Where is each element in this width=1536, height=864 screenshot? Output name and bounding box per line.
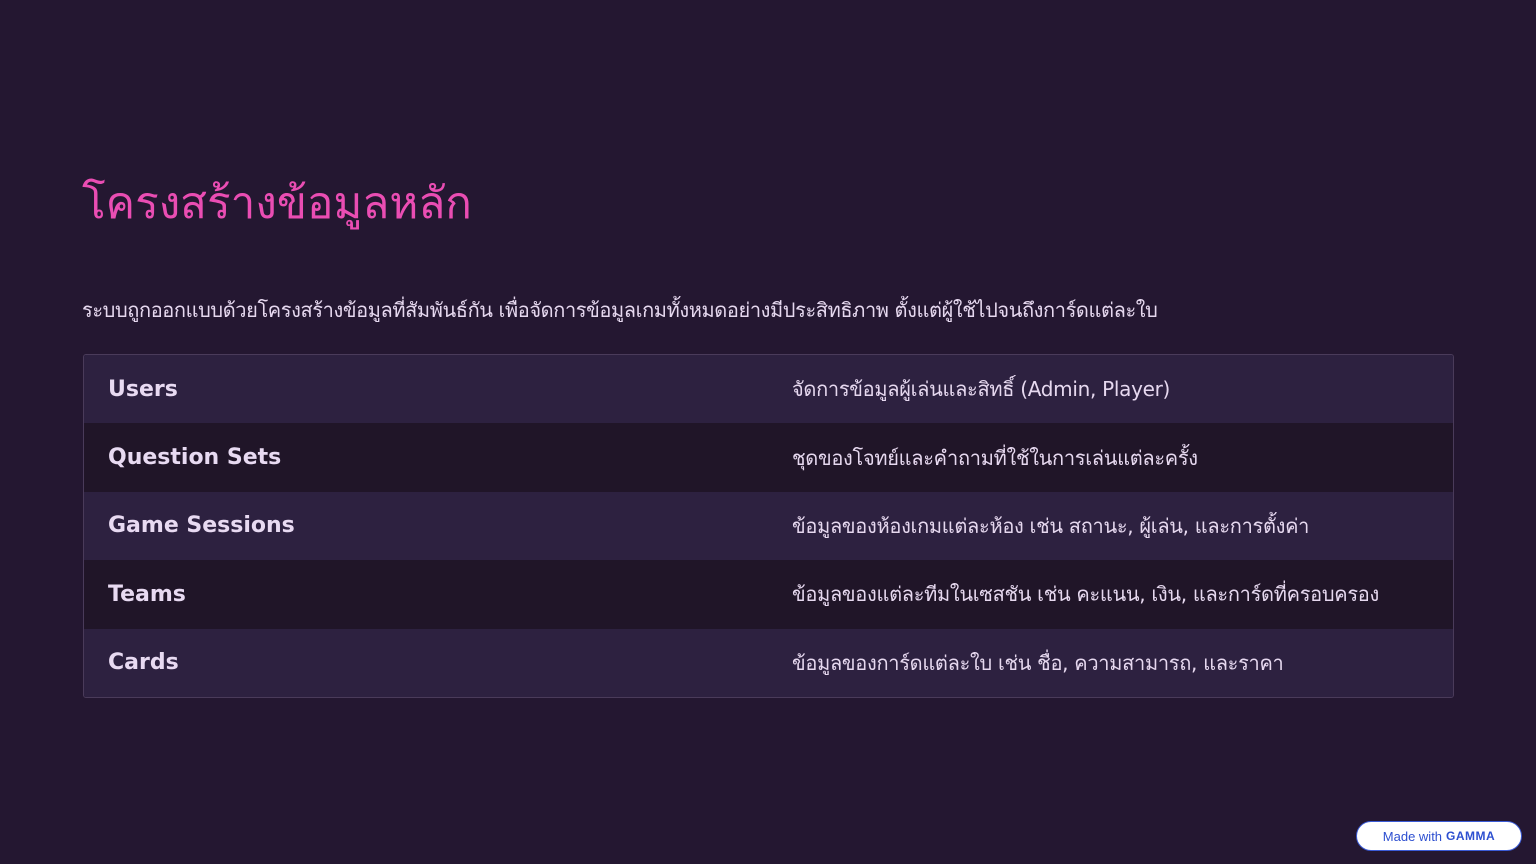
table-cell-name: Cards [108, 650, 179, 676]
table-cell-description: ข้อมูลของแต่ละทีมในเซสชัน เช่น คะแนน, เง… [792, 582, 1379, 607]
gamma-logo: GAMMA [1446, 829, 1496, 843]
page-title: โครงสร้างข้อมูลหลัก [82, 178, 472, 229]
data-structure-table: Users จัดการข้อมูลผู้เล่นและสิทธิ์ (Admi… [83, 354, 1454, 698]
table-row-game-sessions: Game Sessions ข้อมูลของห้องเกมแต่ละห้อง … [84, 491, 1453, 561]
table-cell-name: Game Sessions [108, 513, 295, 539]
table-cell-description: ชุดของโจทย์และคำถามที่ใช้ในการเล่นแต่ละค… [792, 445, 1198, 470]
table-cell-name: Users [108, 376, 178, 402]
table-row-teams: Teams ข้อมูลของแต่ละทีมในเซสชัน เช่น คะแ… [84, 560, 1453, 629]
table-cell-name: Question Sets [108, 445, 282, 471]
table-row-users: Users จัดการข้อมูลผู้เล่นและสิทธิ์ (Admi… [84, 355, 1453, 424]
table-row-cards: Cards ข้อมูลของการ์ดแต่ละใบ เช่น ชื่อ, ค… [84, 628, 1453, 697]
table-cell-description: จัดการข้อมูลผู้เล่นและสิทธิ์ (Admin, Pla… [792, 377, 1171, 402]
slide: โครงสร้างข้อมูลหลัก ระบบถูกออกแบบด้วยโคร… [0, 0, 1536, 864]
table-row-question-sets: Question Sets ชุดของโจทย์และคำถามที่ใช้ใ… [84, 423, 1453, 492]
badge-prefix: Made with [1382, 828, 1443, 844]
made-with-gamma-badge[interactable]: Made with GAMMA [1356, 821, 1522, 851]
table-cell-description: ข้อมูลของห้องเกมแต่ละห้อง เช่น สถานะ, ผู… [792, 513, 1310, 538]
table-cell-description: ข้อมูลของการ์ดแต่ละใบ เช่น ชื่อ, ความสาม… [792, 650, 1284, 675]
table-cell-name: Teams [108, 581, 186, 607]
page-subtitle: ระบบถูกออกแบบด้วยโครงสร้างข้อมูลที่สัมพั… [82, 298, 1158, 322]
